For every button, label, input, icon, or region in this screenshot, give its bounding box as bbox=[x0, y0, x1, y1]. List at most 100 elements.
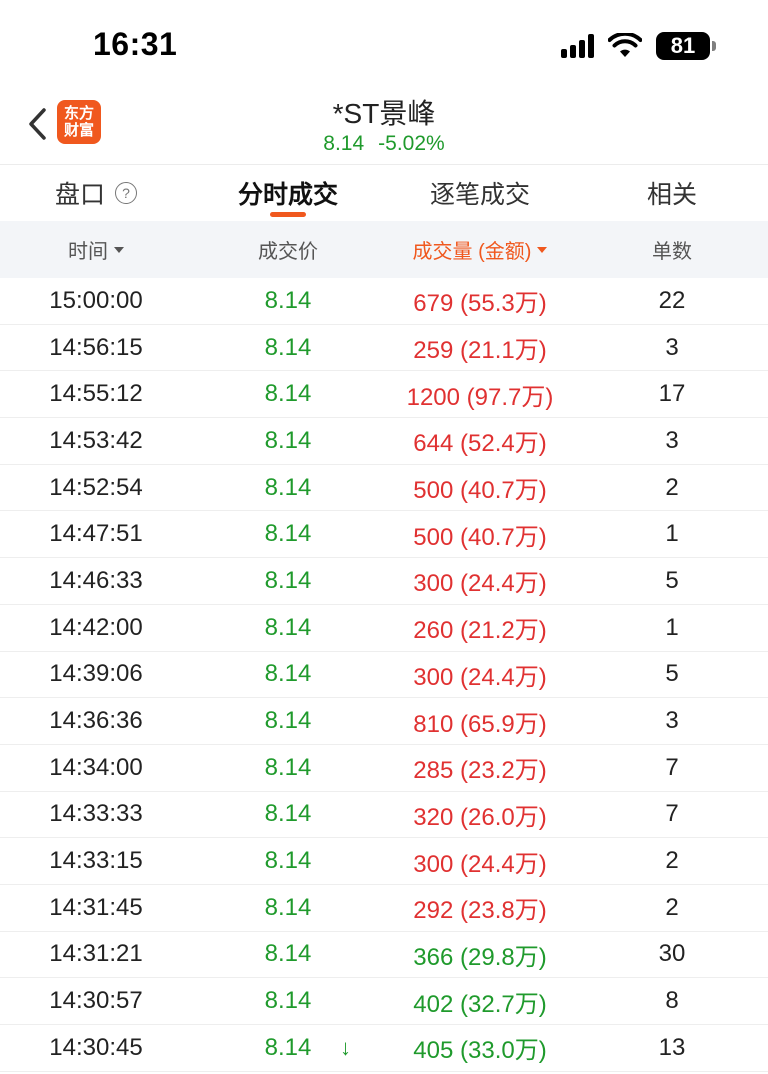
trade-time: 14:31:21 bbox=[49, 940, 143, 968]
trade-price: 8.14 bbox=[264, 520, 312, 548]
trade-price-cell: 8.14 bbox=[192, 520, 384, 548]
tab-tick-trades[interactable]: 逐笔成交 bbox=[384, 165, 576, 221]
trade-count: 5 bbox=[665, 566, 679, 594]
arrow-down-icon: ↓ bbox=[340, 1034, 351, 1060]
cellular-signal-icon bbox=[561, 34, 594, 58]
trade-time: 14:56:15 bbox=[49, 333, 143, 361]
trade-price: 8.14 bbox=[264, 426, 312, 454]
table-row: 14:31:21 8.14 366 (29.8万) 30 bbox=[0, 932, 768, 979]
table-row: 14:42:00 8.14 260 (21.2万) 1 bbox=[0, 605, 768, 652]
trade-count: 2 bbox=[665, 893, 679, 921]
table-row: 14:31:45 8.14 292 (23.8万) 2 bbox=[0, 885, 768, 932]
tab-time-trades[interactable]: 分时成交 bbox=[192, 165, 384, 221]
battery-level: 81 bbox=[670, 33, 696, 58]
help-icon[interactable]: ? bbox=[115, 182, 137, 204]
column-header-price: 成交价 bbox=[258, 241, 318, 263]
status-icons: 81 bbox=[561, 30, 716, 62]
table-row: 14:55:12 8.14 1200 (97.7万) 17 bbox=[0, 371, 768, 419]
stock-name: *ST景峰 bbox=[332, 98, 436, 129]
trade-time: 14:55:12 bbox=[49, 380, 143, 408]
trade-price-cell: 8.14 bbox=[192, 847, 384, 875]
trade-count: 1 bbox=[665, 613, 679, 641]
trade-time: 14:33:33 bbox=[49, 800, 143, 828]
trade-count: 3 bbox=[665, 333, 679, 361]
tab-bar: 盘口 ? 分时成交 逐笔成交 相关 bbox=[0, 164, 768, 221]
trade-price-cell: 8.14 bbox=[192, 987, 384, 1015]
trade-count: 2 bbox=[665, 473, 679, 501]
trade-count: 5 bbox=[665, 660, 679, 688]
table-row: 14:30:57 8.14 402 (32.7万) 8 bbox=[0, 978, 768, 1025]
table-row: 14:34:00 8.14 285 (23.2万) 7 bbox=[0, 745, 768, 792]
trade-count: 7 bbox=[665, 753, 679, 781]
trade-volume: 260 (21.2万) bbox=[413, 617, 547, 645]
table-row: 14:46:33 8.14 300 (24.4万) 5 bbox=[0, 558, 768, 605]
stock-price: 8.14 bbox=[323, 132, 365, 155]
trade-price-cell: 8.14 bbox=[192, 800, 384, 828]
trade-volume: 292 (23.8万) bbox=[413, 897, 547, 925]
table-row: 15:00:00 8.14 679 (55.3万) 22 bbox=[0, 278, 768, 325]
trade-time: 14:53:42 bbox=[49, 426, 143, 454]
trade-price: 8.14 bbox=[264, 1033, 312, 1061]
status-bar: 16:31 81 bbox=[0, 0, 768, 90]
status-time: 16:31 bbox=[93, 26, 178, 62]
trade-count: 1 bbox=[665, 520, 679, 548]
sort-caret-icon bbox=[114, 246, 124, 253]
trade-time: 14:31:45 bbox=[49, 893, 143, 921]
trade-time: 14:36:36 bbox=[49, 707, 143, 735]
trade-price: 8.14 bbox=[264, 707, 312, 735]
trades-table[interactable]: 15:00:00 8.14 679 (55.3万) 2 2 14:56:15 8.14 259… bbox=[0, 278, 768, 1072]
stock-quote: 8.14 -5.02% bbox=[0, 132, 768, 156]
tab-order-book[interactable]: 盘口 ? bbox=[0, 165, 192, 221]
trade-price: 8.14 bbox=[264, 753, 312, 781]
stock-change-pct: -5.02% bbox=[378, 132, 445, 155]
trade-count: 3 bbox=[665, 707, 679, 735]
trade-count: 30 bbox=[658, 940, 686, 968]
trade-price-cell: 8.14 bbox=[192, 894, 384, 922]
trade-price-cell: 8.14 bbox=[192, 754, 384, 782]
trade-price-cell: 8.14 bbox=[192, 474, 384, 502]
nav-bar: 东方 财富 *ST景峰 8.14 -5.02% bbox=[0, 90, 768, 164]
column-header-volume[interactable]: 成交量 (金额) bbox=[384, 235, 576, 264]
tab-label: 分时成交 bbox=[237, 181, 338, 209]
trade-volume: 300 (24.4万) bbox=[413, 850, 547, 878]
table-row: 14:36:36 8.14 810 (65.9万) 3 bbox=[0, 698, 768, 745]
tab-label: 盘口 bbox=[54, 181, 105, 209]
trade-volume: 259 (21.1万) bbox=[413, 337, 547, 365]
table-row: 14:53:42 8.14 644 (52.4万) 3 bbox=[0, 418, 768, 465]
trade-volume: 679 (55.3万) bbox=[413, 290, 547, 318]
trade-time: 14:46:33 bbox=[49, 566, 143, 594]
trade-price: 8.14 bbox=[264, 987, 312, 1015]
trade-volume: 366 (29.8万) bbox=[413, 943, 547, 971]
sort-caret-icon bbox=[537, 246, 548, 253]
battery-icon: 81 bbox=[656, 32, 716, 60]
trade-volume: 285 (23.2万) bbox=[413, 757, 547, 785]
trade-volume: 500 (40.7万) bbox=[413, 477, 547, 505]
trade-price: 8.14 bbox=[264, 286, 312, 314]
column-header-time[interactable]: 时间 bbox=[0, 235, 192, 264]
trade-volume: 500 (40.7万) bbox=[413, 523, 547, 551]
trade-count: 13 bbox=[658, 1033, 686, 1061]
tab-label: 逐笔成交 bbox=[429, 181, 530, 209]
trade-price-cell: 8.14 bbox=[192, 567, 384, 595]
table-row: 14:39:06 8.14 300 (24.4万) 5 bbox=[0, 652, 768, 699]
table-row: 14:30:45 8.14 ↓ 405 (33.0万) 13 bbox=[0, 1025, 768, 1072]
trade-time: 15:00:00 bbox=[49, 286, 143, 314]
trade-time: 14:34:00 bbox=[49, 753, 143, 781]
trade-volume: 644 (52.4万) bbox=[413, 430, 547, 458]
trade-price-cell: 8.14 bbox=[192, 614, 384, 642]
trade-count: 3 bbox=[665, 426, 679, 454]
trade-price: 8.14 bbox=[264, 847, 312, 875]
trade-count: 7 bbox=[665, 800, 679, 828]
trade-price: 8.14 bbox=[264, 566, 312, 594]
trade-time: 14:30:45 bbox=[49, 1033, 143, 1061]
trade-price: 8.14 bbox=[264, 613, 312, 641]
trade-volume: 1200 (97.7万) bbox=[406, 383, 554, 411]
table-row: 14:47:51 8.14 500 (40.7万) 1 bbox=[0, 511, 768, 559]
trade-price-cell: 8.14 bbox=[192, 660, 384, 688]
trade-time: 14:30:57 bbox=[49, 987, 143, 1015]
trade-price-cell: 8.14 bbox=[192, 334, 384, 362]
trade-price-cell: 8.14 bbox=[192, 427, 384, 455]
trade-price-cell: 8.14 bbox=[192, 380, 384, 408]
tab-related[interactable]: 相关 bbox=[576, 165, 768, 221]
table-row: 14:33:33 8.14 320 (26.0万) 7 bbox=[0, 792, 768, 839]
